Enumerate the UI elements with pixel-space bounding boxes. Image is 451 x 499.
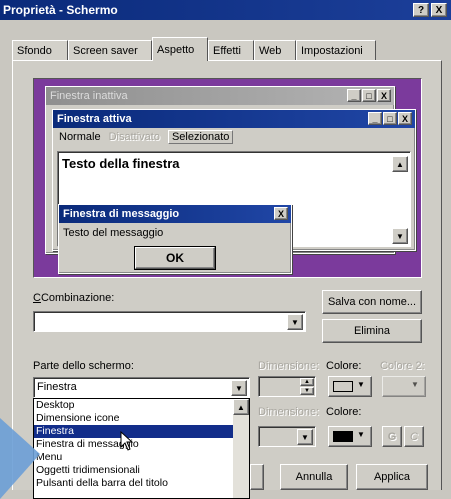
- item-dropdown-list[interactable]: Desktop Dimensione icone Finestra Finestra …: [33, 398, 250, 499]
- chevron-down-icon: ▼: [357, 430, 365, 439]
- scheme-label-text: Combinazione:: [40, 292, 115, 304]
- size-stepper: ▲ ▼: [258, 376, 316, 397]
- close-icon: X: [274, 207, 288, 220]
- font-color-label: Colore:: [326, 406, 362, 418]
- chevron-down-icon: ▼: [297, 429, 313, 445]
- close-icon: X: [398, 112, 412, 125]
- list-item[interactable]: Dimensione icone: [34, 412, 249, 425]
- minimize-icon: _: [347, 89, 361, 102]
- scheme-dropdown[interactable]: ▼: [33, 311, 306, 332]
- arrow-pointer-graphic: [0, 418, 40, 499]
- preview-menu-bar: Normale Disattivato Selezionato: [53, 128, 415, 146]
- item-value: Finestra: [37, 381, 77, 393]
- bold-button: G: [382, 426, 402, 447]
- maximize-icon: □: [383, 112, 397, 125]
- list-item[interactable]: Finestra: [34, 425, 249, 438]
- color-label: Colore:: [326, 360, 362, 372]
- color-picker-button[interactable]: ▼: [328, 376, 372, 397]
- scroll-up-icon[interactable]: ▲: [233, 399, 249, 415]
- tab-aspetto[interactable]: Aspetto: [152, 37, 208, 61]
- color-swatch: [333, 381, 353, 392]
- menu-disabled: Disattivato: [108, 131, 160, 143]
- window-text: Testo della finestra: [62, 156, 180, 171]
- mouse-cursor-icon: [120, 431, 134, 451]
- menu-normal: Normale: [59, 131, 101, 143]
- italic-button: C: [404, 426, 424, 447]
- scroll-up-icon: ▲: [392, 156, 408, 172]
- save-as-button[interactable]: Salva con nome...: [322, 290, 422, 314]
- list-item[interactable]: Finestra di messaggio: [34, 438, 249, 451]
- window-title: Proprietà - Schermo: [3, 3, 118, 17]
- message-box-title: Finestra di messaggio: [59, 205, 291, 223]
- close-icon: X: [377, 89, 391, 102]
- color2-label: Colore 2:: [380, 360, 425, 372]
- chevron-down-icon[interactable]: ▼: [287, 314, 303, 330]
- scroll-down-icon: ▼: [392, 228, 408, 244]
- tab-effetti[interactable]: Effetti: [208, 40, 254, 60]
- inactive-window-title: Finestra inattiva: [46, 87, 394, 105]
- font-color-picker-button[interactable]: ▼: [328, 426, 372, 447]
- tab-sfondo[interactable]: Sfondo: [12, 40, 68, 60]
- size-label: Dimensione:: [258, 360, 320, 372]
- font-size-label: Dimensione:: [258, 406, 320, 418]
- tab-impostazioni[interactable]: Impostazioni: [296, 40, 376, 60]
- tab-web[interactable]: Web: [254, 40, 296, 60]
- message-box-preview: Finestra di messaggio X Testo del messag…: [58, 204, 292, 274]
- stepper-down-icon: ▼: [300, 387, 314, 395]
- list-item[interactable]: Menu: [34, 451, 249, 464]
- close-button[interactable]: X: [431, 3, 447, 17]
- list-scrollbar[interactable]: ▲: [233, 399, 249, 498]
- delete-button[interactable]: Elimina: [322, 319, 422, 343]
- cancel-button[interactable]: Annulla: [280, 464, 348, 490]
- list-item[interactable]: Desktop: [34, 399, 249, 412]
- apply-button[interactable]: Applica: [356, 464, 428, 490]
- chevron-down-icon[interactable]: ▼: [231, 380, 247, 396]
- chevron-down-icon: ▼: [411, 380, 419, 389]
- list-item[interactable]: Pulsanti della barra del titolo: [34, 477, 249, 490]
- menu-selected: Selezionato: [167, 130, 234, 144]
- font-size-dropdown: ▼: [258, 426, 316, 447]
- color2-picker-button: ▼: [382, 376, 426, 397]
- item-label: Parte dello schermo:: [33, 360, 134, 372]
- stepper-up-icon: ▲: [300, 378, 314, 386]
- maximize-icon: □: [362, 89, 376, 102]
- help-button[interactable]: ?: [413, 3, 429, 17]
- ok-footer-button-edge[interactable]: [250, 464, 264, 490]
- scheme-label: CCombinazione:: [33, 292, 115, 304]
- list-item[interactable]: Oggetti tridimensionali: [34, 464, 249, 477]
- ok-button: OK: [135, 247, 215, 269]
- font-color-swatch: [333, 431, 353, 442]
- minimize-icon: _: [368, 112, 382, 125]
- active-window-title: Finestra attiva: [53, 110, 415, 128]
- message-text: Testo del messaggio: [63, 227, 164, 239]
- title-bar: Proprietà - Schermo: [0, 0, 451, 20]
- tab-screen-saver[interactable]: Screen saver: [68, 40, 152, 60]
- item-dropdown[interactable]: Finestra ▼: [33, 377, 250, 398]
- chevron-down-icon: ▼: [357, 380, 365, 389]
